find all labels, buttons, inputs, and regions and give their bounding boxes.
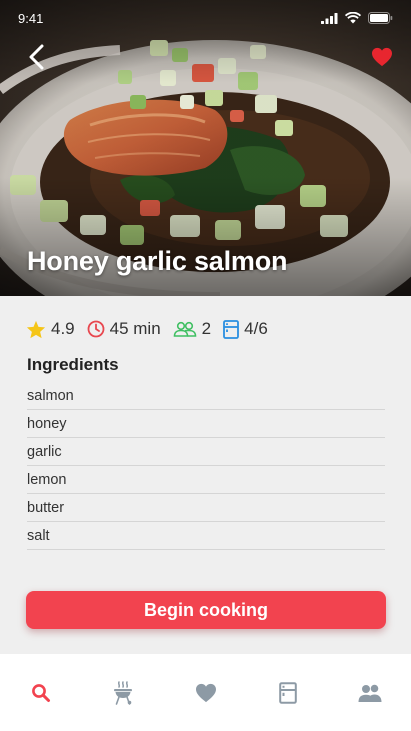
heart-icon (195, 683, 216, 702)
rating-stat: 4.9 (26, 319, 75, 339)
ingredient-item: garlic (27, 438, 385, 466)
time-stat: 45 min (87, 319, 161, 339)
grill-icon (114, 680, 133, 705)
star-icon (26, 320, 46, 338)
begin-cooking-button[interactable]: Begin cooking (26, 591, 386, 629)
people-icon (173, 321, 196, 337)
ingredient-item: lemon (27, 466, 385, 494)
servings-stat: 2 (173, 319, 211, 339)
tab-fridge[interactable] (247, 654, 329, 731)
status-icons (321, 12, 393, 24)
ingredients-heading: Ingredients (27, 355, 119, 374)
ingredient-item: salmon (27, 382, 385, 410)
ingredient-item: salt (27, 522, 385, 550)
back-button[interactable] (22, 40, 52, 74)
wifi-icon (345, 12, 361, 24)
tab-search[interactable] (0, 654, 82, 731)
recipe-title: Honey garlic salmon (27, 246, 288, 276)
servings-value: 2 (201, 319, 212, 338)
tab-favorites[interactable] (164, 654, 246, 731)
ingredient-item: honey (27, 410, 385, 438)
clock-icon (87, 320, 105, 338)
time-value: 45 min (109, 319, 161, 338)
recipe-stats: 4.9 45 min 2 4/6 (26, 319, 280, 339)
chevron-left-icon (29, 44, 44, 70)
heart-icon (372, 47, 392, 67)
status-bar: 9:41 (0, 0, 411, 36)
favorite-button[interactable] (367, 42, 397, 72)
rating-value: 4.9 (51, 319, 75, 338)
fridge-icon (278, 681, 297, 704)
status-time: 9:41 (18, 11, 44, 26)
people-icon (358, 684, 382, 702)
ingredient-item: butter (27, 494, 385, 522)
recipe-hero: 9:41 Honey garlic salmon (0, 0, 411, 296)
fridge-icon (223, 319, 240, 339)
difficulty-stat: 4/6 (223, 319, 268, 339)
signal-icon (321, 12, 338, 24)
tab-community[interactable] (329, 654, 411, 731)
tab-bar (0, 654, 411, 731)
tab-grill[interactable] (82, 654, 164, 731)
battery-icon (368, 12, 393, 24)
difficulty-value: 4/6 (244, 319, 268, 338)
ingredients-list: salmon honey garlic lemon butter salt (27, 382, 385, 550)
search-icon (32, 683, 51, 702)
